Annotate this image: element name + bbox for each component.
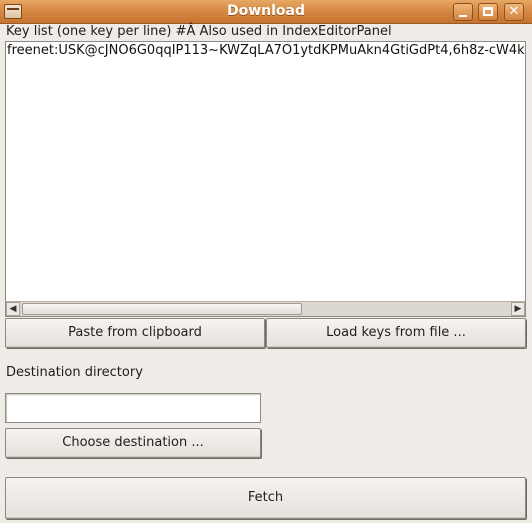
arrow-right-icon[interactable]: ▶ xyxy=(511,302,525,316)
choose-destination-button[interactable]: Choose destination ... xyxy=(5,428,261,458)
maximize-icon xyxy=(483,7,493,16)
key-list-text[interactable]: freenet:USK@cJNO6G0qqIP113~KWZqLA7O1ytdK… xyxy=(7,43,525,58)
horizontal-scrollbar[interactable]: ◀ ▶ xyxy=(6,301,525,316)
destination-directory-label: Destination directory xyxy=(6,365,143,380)
download-window: Download ✕ Key list (one key per line) #… xyxy=(0,0,532,523)
arrow-left-icon[interactable]: ◀ xyxy=(6,302,20,316)
paste-from-clipboard-button[interactable]: Paste from clipboard xyxy=(5,318,265,348)
title-bar[interactable]: Download ✕ xyxy=(0,0,532,24)
close-icon: ✕ xyxy=(508,4,520,19)
minimize-button[interactable] xyxy=(453,3,473,21)
fetch-button[interactable]: Fetch xyxy=(5,477,526,519)
close-button[interactable]: ✕ xyxy=(504,3,524,21)
load-keys-from-file-button[interactable]: Load keys from file ... xyxy=(266,318,526,348)
key-list-textarea[interactable]: freenet:USK@cJNO6G0qqIP113~KWZqLA7O1ytdK… xyxy=(5,41,526,317)
maximize-button[interactable] xyxy=(478,3,498,21)
destination-directory-input[interactable] xyxy=(5,393,261,423)
scrollbar-thumb[interactable] xyxy=(22,303,302,315)
key-list-label: Key list (one key per line) #Â Also used… xyxy=(6,24,392,39)
minimize-icon xyxy=(459,15,467,17)
